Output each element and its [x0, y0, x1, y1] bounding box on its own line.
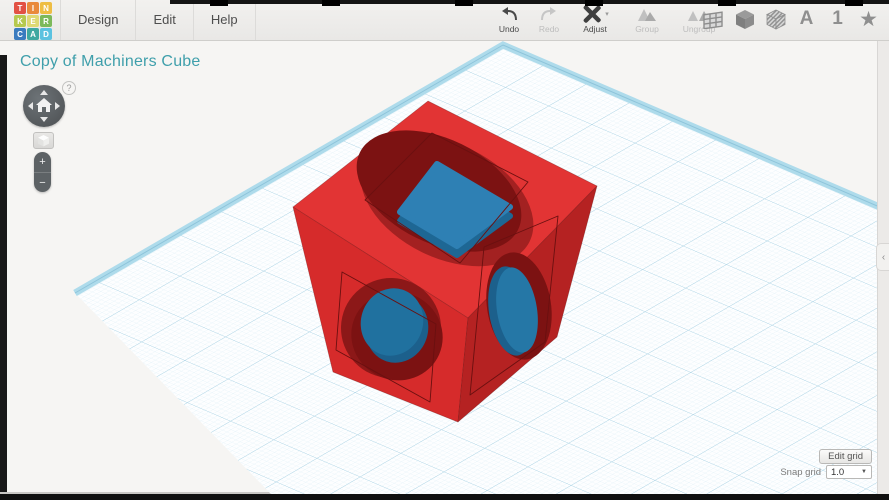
- zoom-out-button[interactable]: −: [34, 173, 51, 193]
- snap-grid-value: 1.0: [831, 466, 845, 478]
- workplane-grid-icon[interactable]: [701, 5, 726, 33]
- tab-mark: [455, 0, 473, 6]
- snap-grid-row: Snap grid 1.0 ▼: [780, 465, 872, 479]
- redo-label: Redo: [538, 24, 560, 34]
- tinkercad-logo[interactable]: TIN KER CAD: [14, 2, 54, 40]
- group-label: Group: [635, 24, 659, 34]
- menubar: TINKERCAD Design Edit Help Undo Redo ▾ A…: [0, 0, 889, 41]
- tab-mark: [322, 0, 340, 6]
- menu: Design Edit Help: [60, 0, 256, 40]
- menu-item-help[interactable]: Help: [192, 0, 256, 40]
- rotate-up-icon[interactable]: [40, 90, 48, 95]
- adjust-label: Adjust: [583, 24, 607, 34]
- group-button[interactable]: Group: [621, 4, 673, 34]
- logo-tile: T: [14, 2, 26, 14]
- logo-tile: E: [27, 15, 39, 27]
- view-navigation-wheel[interactable]: [23, 85, 65, 127]
- home-view-icon[interactable]: [36, 98, 52, 117]
- redo-button[interactable]: Redo: [529, 4, 569, 34]
- fit-view-button[interactable]: [33, 132, 54, 149]
- tab-mark: [718, 0, 736, 6]
- undo-button[interactable]: Undo: [489, 4, 529, 34]
- rotate-down-icon[interactable]: [40, 117, 48, 122]
- tab-mark: [210, 0, 228, 6]
- shape-library-bar: A 1 ★: [701, 5, 881, 33]
- zoom-in-button[interactable]: +: [34, 152, 51, 173]
- fit-view-cube-icon: [38, 135, 49, 147]
- screen-left-edge: [0, 55, 7, 492]
- zoom-control: + −: [34, 152, 51, 192]
- adjust-button[interactable]: ▾ Adjust: [569, 4, 621, 34]
- undo-label: Undo: [498, 24, 520, 34]
- right-panel-strip: ‹: [876, 41, 889, 494]
- menu-item-edit[interactable]: Edit: [135, 0, 192, 40]
- viewport-canvas[interactable]: [0, 0, 889, 500]
- redo-icon: [539, 4, 559, 23]
- snap-grid-label: Snap grid: [780, 466, 821, 478]
- hole-box-icon[interactable]: [763, 5, 788, 33]
- snap-grid-select[interactable]: 1.0 ▼: [826, 465, 872, 479]
- logo-tile: R: [40, 15, 52, 27]
- symbols-icon[interactable]: ★: [856, 5, 881, 33]
- edit-grid-button[interactable]: Edit grid: [819, 449, 872, 464]
- menu-item-design[interactable]: Design: [60, 0, 135, 40]
- dropdown-caret-icon: ▼: [861, 469, 867, 475]
- logo-tile: D: [40, 28, 52, 40]
- logo-tile: I: [27, 2, 39, 14]
- numbers-icon[interactable]: 1: [825, 5, 850, 33]
- letters-icon[interactable]: A: [794, 5, 819, 33]
- group-icon: [635, 4, 659, 23]
- adjust-caret-icon: ▾: [605, 10, 609, 18]
- logo-tile: K: [14, 15, 26, 27]
- browser-top-edge: [170, 0, 889, 6]
- panel-collapse-button[interactable]: ‹: [876, 243, 889, 271]
- solid-box-icon[interactable]: [732, 5, 757, 33]
- logo-tile: C: [14, 28, 26, 40]
- undo-icon: [499, 4, 519, 23]
- screen-bottom-edge: [0, 494, 889, 500]
- adjust-icon: ▾: [581, 4, 609, 23]
- logo-tile: N: [40, 2, 52, 14]
- tab-mark: [845, 0, 863, 6]
- rotate-left-icon[interactable]: [28, 102, 33, 110]
- rotate-right-icon[interactable]: [55, 102, 60, 110]
- design-title: Copy of Machiners Cube: [20, 53, 201, 70]
- toolbar: Undo Redo ▾ Adjust Group Ungroup: [489, 4, 725, 38]
- logo-tile: A: [27, 28, 39, 40]
- help-button[interactable]: ?: [62, 81, 76, 95]
- tab-mark: [585, 0, 603, 6]
